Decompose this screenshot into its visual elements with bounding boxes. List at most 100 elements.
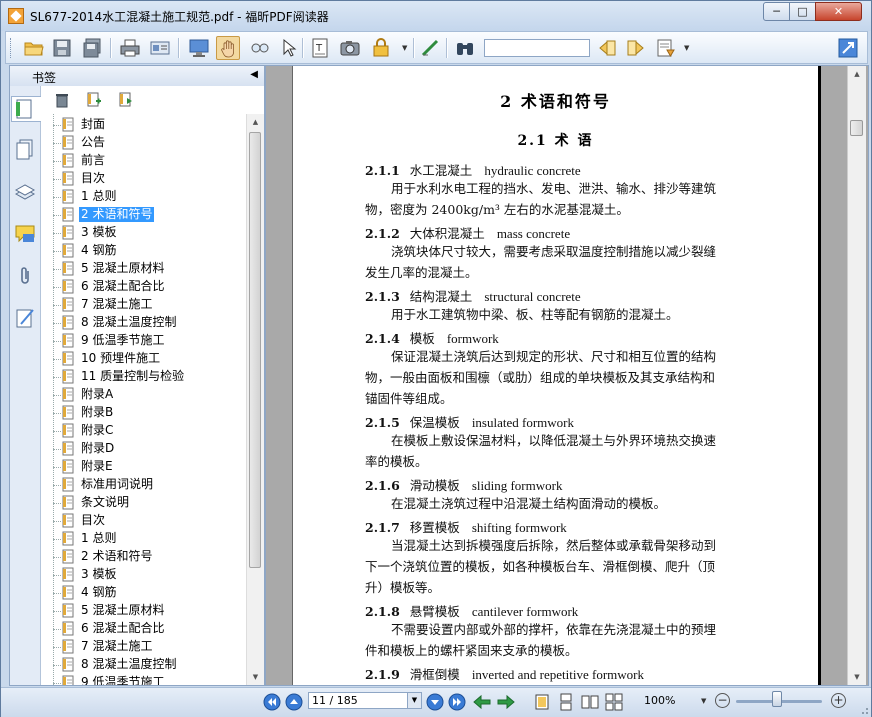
add-child-bookmark-icon[interactable] (118, 92, 134, 108)
bookmark-item[interactable]: 附录B (41, 404, 246, 422)
continuous-facing-icon[interactable] (605, 693, 623, 711)
save-all-button[interactable] (80, 36, 104, 60)
prev-page-icon[interactable] (285, 693, 303, 711)
bookmark-item[interactable]: 3 模板 (41, 566, 246, 584)
hand-tool-button[interactable] (216, 36, 240, 60)
zoom-out-button[interactable]: − (715, 693, 730, 708)
text-select-button[interactable]: T (308, 36, 332, 60)
zoom-slider-thumb[interactable] (772, 691, 782, 707)
scroll-up-arrow[interactable]: ▲ (247, 114, 264, 130)
layers-tab[interactable] (13, 180, 37, 204)
bookmark-item[interactable]: 公告 (41, 134, 246, 152)
search-next-button[interactable] (624, 36, 648, 60)
maximize-button[interactable]: □ (789, 2, 816, 21)
expand-button[interactable] (836, 36, 860, 60)
single-page-icon[interactable] (533, 693, 551, 711)
first-page-icon[interactable] (263, 693, 281, 711)
bookmark-item[interactable]: 目次 (41, 170, 246, 188)
bookmark-item[interactable]: 附录E (41, 458, 246, 476)
bookmark-item[interactable]: 11 质量控制与检验 (41, 368, 246, 386)
last-page-icon[interactable] (448, 693, 466, 711)
document-view[interactable]: 2 术语和符号 2.1 术 语 2.1.1 水工混凝土 hydraulic conc… (265, 65, 869, 686)
bookmark-item[interactable]: 8 混凝土温度控制 (41, 314, 246, 332)
zoom-level[interactable]: 100% (644, 694, 675, 707)
resize-grip-icon[interactable] (859, 705, 869, 715)
scroll-up-arrow[interactable]: ▲ (848, 66, 866, 82)
bookmark-item[interactable]: 封面 (41, 116, 246, 134)
bookmark-item[interactable]: 1 总则 (41, 530, 246, 548)
bookmark-item[interactable]: 2 术语和符号 (41, 206, 246, 224)
scroll-down-arrow[interactable]: ▼ (247, 669, 264, 685)
attachments-tab[interactable] (13, 264, 37, 288)
bookmarks-tab[interactable] (11, 96, 41, 122)
search-options-dropdown-arrow[interactable]: ▼ (684, 44, 689, 52)
delete-bookmark-icon[interactable] (54, 92, 70, 108)
bookmark-item[interactable]: 附录C (41, 422, 246, 440)
pages-tab[interactable] (13, 138, 37, 162)
bookmark-item[interactable]: 8 混凝土温度控制 (41, 656, 246, 674)
bookmark-item[interactable]: 附录D (41, 440, 246, 458)
comments-tab[interactable] (13, 222, 37, 246)
forward-view-icon[interactable] (497, 693, 515, 711)
bookmark-item[interactable]: 10 预埋件施工 (41, 350, 246, 368)
zoom-dropdown-arrow[interactable]: ▼ (701, 697, 706, 705)
bookmark-scrollbar[interactable]: ▲ ▼ (246, 114, 264, 685)
bookmark-item[interactable]: 9 低温季节施工 (41, 674, 246, 685)
open-button[interactable] (22, 36, 46, 60)
bookmark-item[interactable]: 2 术语和符号 (41, 548, 246, 566)
next-page-icon[interactable] (426, 693, 444, 711)
search-prev-button[interactable] (595, 36, 619, 60)
continuous-page-icon[interactable] (557, 693, 575, 711)
search-input[interactable] (484, 39, 590, 57)
bookmark-item[interactable]: 9 低温季节施工 (41, 332, 246, 350)
scroll-down-arrow[interactable]: ▼ (848, 669, 866, 685)
bookmark-item[interactable]: 目次 (41, 512, 246, 530)
search-options-icon (657, 39, 675, 57)
page-number-input[interactable]: 11 / 185 ▼ (308, 692, 422, 709)
back-view-icon[interactable] (473, 693, 491, 711)
minimize-button[interactable]: ─ (763, 2, 790, 21)
bookmark-icon (62, 279, 74, 294)
status-bar: 11 / 185 ▼ 100% ▼ − + (1, 687, 871, 717)
bookmark-item[interactable]: 7 混凝土施工 (41, 296, 246, 314)
bookmark-item[interactable]: 4 钢筋 (41, 584, 246, 602)
bookmark-item[interactable]: 1 总则 (41, 188, 246, 206)
bookmark-item[interactable]: 5 混凝土原材料 (41, 602, 246, 620)
close-button[interactable]: ✕ (815, 2, 862, 21)
typewriter-button[interactable] (418, 36, 442, 60)
bookmark-item[interactable]: 3 模板 (41, 224, 246, 242)
bookmark-item[interactable]: 标准用词说明 (41, 476, 246, 494)
section-title: 2.1 术 语 (517, 133, 594, 149)
toolbar-grip[interactable] (10, 38, 14, 58)
zoom-in-button[interactable]: + (831, 693, 846, 708)
facing-page-icon[interactable] (581, 693, 599, 711)
select-button[interactable] (277, 36, 301, 60)
snapshot-button[interactable] (338, 36, 362, 60)
rms-dropdown-arrow[interactable]: ▼ (402, 44, 407, 52)
bookmark-item[interactable]: 6 混凝土配合比 (41, 278, 246, 296)
search-options-button[interactable] (654, 36, 678, 60)
print-button[interactable] (118, 36, 142, 60)
properties-button[interactable] (148, 36, 172, 60)
zoom-tool-button[interactable] (248, 36, 272, 60)
add-bookmark-icon[interactable] (86, 92, 102, 108)
save-button[interactable] (50, 36, 74, 60)
definition-line: 在混凝土浇筑过程中沿混凝土结构面滑动的模板。 (391, 496, 667, 511)
bookmark-item[interactable]: 6 混凝土配合比 (41, 620, 246, 638)
bookmark-item[interactable]: 条文说明 (41, 494, 246, 512)
rms-button[interactable] (369, 36, 393, 60)
bookmark-item[interactable]: 7 混凝土施工 (41, 638, 246, 656)
bookmark-item[interactable]: 前言 (41, 152, 246, 170)
bookmark-item[interactable]: 5 混凝土原材料 (41, 260, 246, 278)
page-dropdown-arrow[interactable]: ▼ (407, 693, 421, 708)
document-scrollbar[interactable]: ▲ ▼ (847, 66, 866, 685)
bookmark-item[interactable]: 附录A (41, 386, 246, 404)
bookmark-item[interactable]: 4 钢筋 (41, 242, 246, 260)
collapse-panel-button[interactable]: ◀ (250, 69, 258, 80)
fullscreen-button[interactable] (187, 36, 211, 60)
scroll-thumb[interactable] (249, 132, 261, 568)
find-button[interactable] (453, 36, 477, 60)
scroll-thumb[interactable] (850, 120, 863, 136)
tree-connector (53, 215, 61, 216)
signatures-tab[interactable] (13, 306, 37, 330)
